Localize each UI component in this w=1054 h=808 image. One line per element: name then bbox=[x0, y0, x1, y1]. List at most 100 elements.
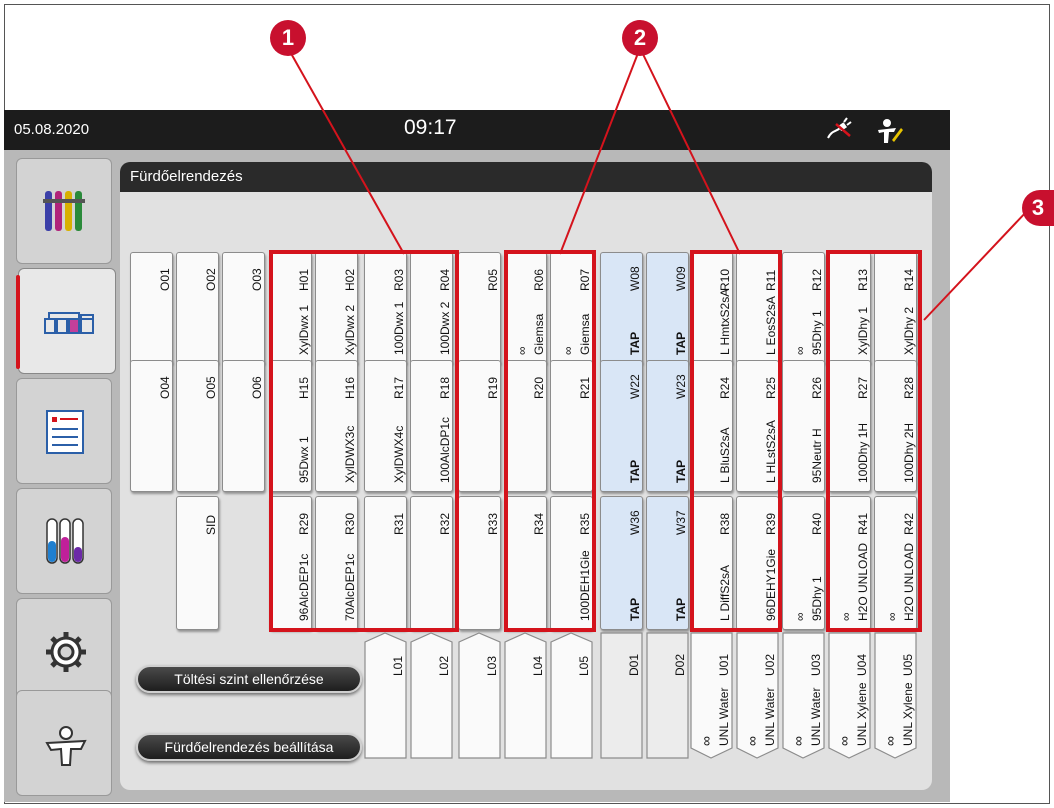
infinity-icon: ∞ bbox=[515, 346, 529, 355]
station-code: R06 bbox=[532, 268, 546, 291]
station-o06[interactable]: O06 bbox=[222, 360, 265, 492]
station-reagent-name: 96DEHY1Gie bbox=[764, 548, 778, 621]
station-sid[interactable]: SID bbox=[176, 496, 219, 630]
station-reagent-name: 95Dhy 1 bbox=[810, 310, 824, 355]
station-o05[interactable]: O05 bbox=[176, 360, 219, 492]
station-code: R21 bbox=[578, 376, 592, 399]
station-code: R30 bbox=[343, 512, 357, 535]
station-r31[interactable]: R31 bbox=[364, 496, 407, 630]
station-reagent-name: 95Dhy 1 bbox=[810, 576, 824, 621]
station-h02[interactable]: H02 XylDwx 2 bbox=[315, 252, 358, 364]
station-code: R33 bbox=[486, 512, 500, 535]
station-h01[interactable]: H01 XylDwx 1 bbox=[269, 252, 312, 364]
station-o03[interactable]: O03 bbox=[222, 252, 265, 364]
station-r35[interactable]: R35 100DEH1Gie bbox=[550, 496, 593, 630]
station-code: W22 bbox=[628, 374, 642, 399]
station-reagent-name: UNL Xylene bbox=[901, 682, 915, 746]
station-r17[interactable]: R17 XylDWX4c bbox=[364, 360, 407, 492]
station-u05[interactable]: U05 UNL Xylene ∞ bbox=[874, 632, 917, 760]
station-code: R07 bbox=[578, 268, 592, 291]
station-r38[interactable]: R38 L DiffS2sA bbox=[690, 496, 733, 630]
station-reagent-name: XylDWX4c bbox=[392, 425, 406, 483]
station-r24[interactable]: R24 L BluS2sA bbox=[690, 360, 733, 492]
station-l05[interactable]: L05 bbox=[550, 632, 593, 760]
station-r30[interactable]: R30 70AlcDEP1c bbox=[315, 496, 358, 630]
station-code: R19 bbox=[486, 376, 500, 399]
station-reagent-name: Giemsa bbox=[578, 313, 592, 355]
station-d02[interactable]: D02 bbox=[646, 632, 689, 760]
station-u01[interactable]: U01 UNL Water ∞ bbox=[690, 632, 733, 760]
station-l03[interactable]: L03 bbox=[458, 632, 501, 760]
station-l04[interactable]: L04 bbox=[504, 632, 547, 760]
station-r07[interactable]: R07 Giemsa ∞ bbox=[550, 252, 593, 364]
station-o01[interactable]: O01 bbox=[130, 252, 173, 364]
station-o02[interactable]: O02 bbox=[176, 252, 219, 364]
station-code: W36 bbox=[628, 510, 642, 535]
callout-badge-3: 3 bbox=[1022, 190, 1054, 226]
station-code: W23 bbox=[674, 374, 688, 399]
station-l02[interactable]: L02 bbox=[410, 632, 453, 760]
station-reagent-name: 100Dwx 2 bbox=[438, 301, 452, 355]
station-r42[interactable]: R42 H2O UNLOAD ∞ bbox=[874, 496, 917, 630]
bath-layout-setup-button[interactable]: Fürdőelrendezés beállítása bbox=[136, 733, 362, 761]
station-r29[interactable]: R29 96AlcDEP1c bbox=[269, 496, 312, 630]
station-code: R39 bbox=[764, 512, 778, 535]
station-code: H16 bbox=[343, 376, 357, 399]
station-r13[interactable]: R13 XylDhy 1 bbox=[828, 252, 871, 364]
station-r32[interactable]: R32 bbox=[410, 496, 453, 630]
station-code: R38 bbox=[718, 512, 732, 535]
station-u04[interactable]: U04 UNL Xylene ∞ bbox=[828, 632, 871, 760]
fill-level-check-button[interactable]: Töltési szint ellenőrzése bbox=[136, 665, 362, 693]
station-r27[interactable]: R27 100Dhy 1H bbox=[828, 360, 871, 492]
station-h16[interactable]: H16 XylDWX3c bbox=[315, 360, 358, 492]
station-r40[interactable]: R40 95Dhy 1 ∞ bbox=[782, 496, 825, 630]
station-r20[interactable]: R20 bbox=[504, 360, 547, 492]
station-w37[interactable]: W37 TAP bbox=[646, 496, 689, 630]
station-w36[interactable]: W36 TAP bbox=[600, 496, 643, 630]
station-r03[interactable]: R03 100Dwx 1 bbox=[364, 252, 407, 364]
station-h15[interactable]: H15 95Dwx 1 bbox=[269, 360, 312, 492]
station-r41[interactable]: R41 H2O UNLOAD ∞ bbox=[828, 496, 871, 630]
station-w08[interactable]: W08 TAP bbox=[600, 252, 643, 364]
station-code: D01 bbox=[627, 653, 641, 676]
station-r10[interactable]: R10 L HmtxS2sA bbox=[690, 252, 733, 364]
station-d01[interactable]: D01 bbox=[600, 632, 643, 760]
infinity-icon: ∞ bbox=[882, 736, 898, 746]
infinity-icon: ∞ bbox=[698, 736, 714, 746]
station-r12[interactable]: R12 95Dhy 1 ∞ bbox=[782, 252, 825, 364]
station-reagent-name: 95Neutr H bbox=[810, 428, 824, 483]
station-w09[interactable]: W09 TAP bbox=[646, 252, 689, 364]
station-r14[interactable]: R14 XylDhy 2 bbox=[874, 252, 917, 364]
station-reagent-name: L HLstS2sA bbox=[764, 420, 778, 483]
infinity-icon: ∞ bbox=[885, 612, 899, 621]
station-r34[interactable]: R34 bbox=[504, 496, 547, 630]
station-code: O06 bbox=[250, 376, 264, 399]
station-u02[interactable]: U02 UNL Water ∞ bbox=[736, 632, 779, 760]
station-r33[interactable]: R33 bbox=[458, 496, 501, 630]
infinity-icon: ∞ bbox=[793, 346, 807, 355]
station-r18[interactable]: R18 100AlcDP1c bbox=[410, 360, 453, 492]
station-r21[interactable]: R21 bbox=[550, 360, 593, 492]
station-r11[interactable]: R11 L EosS2sA bbox=[736, 252, 779, 364]
station-code: O04 bbox=[158, 376, 172, 399]
station-r19[interactable]: R19 bbox=[458, 360, 501, 492]
station-code: R41 bbox=[856, 512, 870, 535]
station-w23[interactable]: W23 TAP bbox=[646, 360, 689, 492]
station-reagent-name: 100Dwx 1 bbox=[392, 301, 406, 355]
station-r28[interactable]: R28 100Dhy 2H bbox=[874, 360, 917, 492]
station-r04[interactable]: R04 100Dwx 2 bbox=[410, 252, 453, 364]
station-code: R05 bbox=[486, 268, 500, 291]
station-r39[interactable]: R39 96DEHY1Gie bbox=[736, 496, 779, 630]
station-w22[interactable]: W22 TAP bbox=[600, 360, 643, 492]
station-r26[interactable]: R26 95Neutr H bbox=[782, 360, 825, 492]
station-u03[interactable]: U03 UNL Water ∞ bbox=[782, 632, 825, 760]
station-r05[interactable]: R05 bbox=[458, 252, 501, 364]
station-r25[interactable]: R25 L HLstS2sA bbox=[736, 360, 779, 492]
station-reagent-name: L EosS2sA bbox=[764, 296, 778, 355]
station-reagent-name: H2O UNLOAD bbox=[856, 542, 870, 621]
station-code: SID bbox=[204, 514, 218, 535]
station-code: U01 bbox=[717, 653, 731, 676]
station-o04[interactable]: O04 bbox=[130, 360, 173, 492]
station-r06[interactable]: R06 Giemsa ∞ bbox=[504, 252, 547, 364]
station-l01[interactable]: L01 bbox=[364, 632, 407, 760]
